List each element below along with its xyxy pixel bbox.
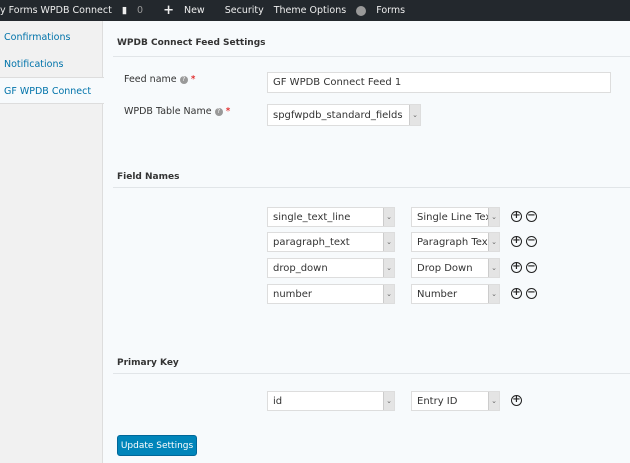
add-row-icon[interactable]: + bbox=[511, 395, 522, 406]
site-name-link[interactable]: y Forms WPDB Connect bbox=[0, 5, 112, 16]
table-name-label-text: WPDB Table Name bbox=[124, 106, 212, 117]
new-link[interactable]: + New bbox=[163, 3, 215, 18]
comments-link[interactable]: ▮ 0 bbox=[122, 5, 153, 16]
new-label: New bbox=[183, 5, 205, 16]
add-row-icon[interactable]: + bbox=[511, 236, 522, 247]
security-link[interactable]: Security bbox=[225, 5, 264, 16]
feed-name-input[interactable]: GF WPDB Connect Feed 1 bbox=[267, 72, 611, 93]
feed-settings-heading: WPDB Connect Feed Settings bbox=[117, 38, 266, 48]
feed-name-label: Feed name ? * bbox=[124, 74, 195, 85]
field-value: Single Line Text bbox=[417, 211, 496, 223]
theme-options-link[interactable]: Theme Options bbox=[274, 5, 346, 16]
chevron-down-icon: ⌄ bbox=[409, 105, 420, 125]
chevron-down-icon: ⌄ bbox=[488, 259, 499, 277]
admin-bar: y Forms WPDB Connect ▮ 0 + New Security Th… bbox=[0, 0, 630, 21]
remove-row-icon[interactable]: − bbox=[526, 236, 537, 247]
divider bbox=[113, 187, 630, 188]
required-marker: * bbox=[225, 106, 231, 117]
comment-icon: ▮ bbox=[121, 5, 128, 16]
field-value: Paragraph Text bbox=[417, 236, 492, 248]
settings-sidebar: Confirmations Notifications GF WPDB Conn… bbox=[0, 21, 104, 463]
chevron-down-icon: ⌄ bbox=[383, 392, 394, 410]
add-row-icon[interactable]: + bbox=[511, 262, 522, 273]
forms-label: Forms bbox=[376, 5, 406, 16]
divider bbox=[113, 373, 630, 374]
add-row-icon[interactable]: + bbox=[511, 288, 522, 299]
forms-icon bbox=[356, 5, 367, 16]
column-value: drop_down bbox=[273, 262, 328, 274]
divider bbox=[113, 56, 630, 57]
field-value: Entry ID bbox=[417, 395, 458, 407]
feed-name-label-text: Feed name bbox=[124, 74, 177, 85]
field-select[interactable]: Paragraph Text ⌄ bbox=[411, 232, 500, 252]
required-marker: * bbox=[190, 74, 196, 85]
chevron-down-icon: ⌄ bbox=[383, 208, 394, 226]
field-value: Drop Down bbox=[417, 262, 473, 274]
remove-row-icon[interactable]: − bbox=[526, 211, 537, 222]
sidebar-item-confirmations[interactable]: Confirmations bbox=[0, 24, 103, 51]
column-select[interactable]: number ⌄ bbox=[267, 284, 395, 304]
primary-key-heading: Primary Key bbox=[117, 358, 179, 368]
chevron-down-icon: ⌄ bbox=[488, 285, 499, 303]
chevron-down-icon: ⌄ bbox=[383, 285, 394, 303]
plus-icon: + bbox=[163, 3, 174, 18]
column-select[interactable]: drop_down ⌄ bbox=[267, 258, 395, 278]
field-select[interactable]: Single Line Text ⌄ bbox=[411, 207, 500, 227]
add-row-icon[interactable]: + bbox=[511, 211, 522, 222]
field-select[interactable]: Number ⌄ bbox=[411, 284, 500, 304]
chevron-down-icon: ⌄ bbox=[383, 259, 394, 277]
help-icon[interactable]: ? bbox=[214, 107, 223, 116]
column-value: single_text_line bbox=[273, 211, 351, 223]
comments-count: 0 bbox=[137, 5, 144, 16]
column-value: id bbox=[273, 395, 283, 407]
chevron-down-icon: ⌄ bbox=[488, 392, 499, 410]
column-value: number bbox=[273, 288, 313, 300]
primary-key-column-select[interactable]: id ⌄ bbox=[267, 391, 395, 411]
forms-link[interactable]: Forms bbox=[356, 5, 415, 16]
column-select[interactable]: paragraph_text ⌄ bbox=[267, 232, 395, 252]
field-names-heading: Field Names bbox=[117, 172, 180, 182]
chevron-down-icon: ⌄ bbox=[488, 208, 499, 226]
chevron-down-icon: ⌄ bbox=[383, 233, 394, 251]
field-select[interactable]: Drop Down ⌄ bbox=[411, 258, 500, 278]
column-select[interactable]: single_text_line ⌄ bbox=[267, 207, 395, 227]
update-settings-button[interactable]: Update Settings bbox=[117, 435, 197, 456]
help-icon[interactable]: ? bbox=[179, 75, 188, 84]
remove-row-icon[interactable]: − bbox=[526, 262, 537, 273]
table-name-select[interactable]: spgfwpdb_standard_fields ⌄ bbox=[267, 104, 421, 126]
column-value: paragraph_text bbox=[273, 236, 350, 248]
sidebar-item-gf-wpdb-connect[interactable]: GF WPDB Connect bbox=[0, 77, 104, 104]
table-name-value: spgfwpdb_standard_fields bbox=[273, 109, 403, 121]
table-name-label: WPDB Table Name ? * bbox=[124, 106, 230, 117]
primary-key-field-select[interactable]: Entry ID ⌄ bbox=[411, 391, 500, 411]
settings-panel: WPDB Connect Feed Settings Feed name ? *… bbox=[102, 21, 630, 463]
remove-row-icon[interactable]: − bbox=[526, 288, 537, 299]
field-value: Number bbox=[417, 288, 458, 300]
sidebar-item-notifications[interactable]: Notifications bbox=[0, 51, 103, 78]
chevron-down-icon: ⌄ bbox=[488, 233, 499, 251]
